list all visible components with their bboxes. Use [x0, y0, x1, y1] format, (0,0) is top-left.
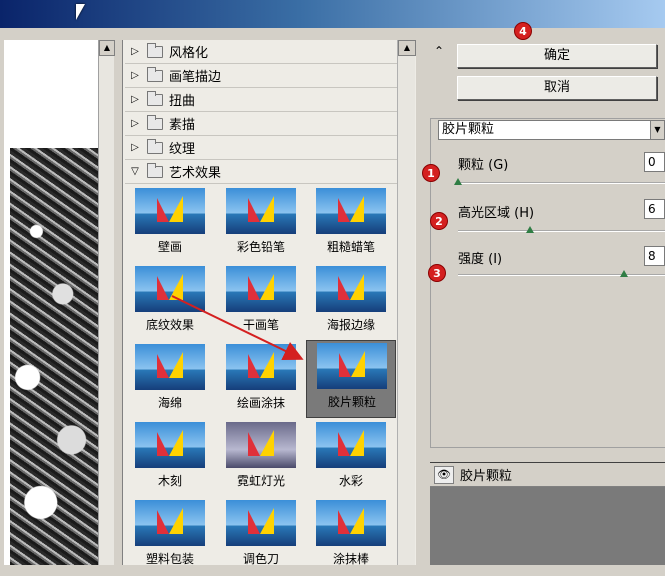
filter-select[interactable]: 胶片颗粒 ▼ [438, 120, 665, 140]
step-badge-2: 2 [430, 212, 448, 230]
filter-select-value: 胶片颗粒 [442, 122, 495, 137]
intensity-value-field[interactable]: 8 [644, 246, 665, 266]
chevron-down-icon[interactable]: ▼ [650, 121, 664, 139]
layer-label: 胶片颗粒 [460, 469, 513, 484]
effect-layers-panel: 👁 胶片颗粒 [430, 462, 665, 565]
collapse-chevron-icon[interactable]: ⌃ [434, 44, 444, 58]
highlight-area-value-field[interactable]: 6 [644, 199, 665, 219]
intensity-label: 强度 (I) [458, 252, 503, 267]
grain-slider-track[interactable] [458, 182, 665, 184]
grain-value-field[interactable]: 0 [644, 152, 665, 172]
intensity-slider-track[interactable] [458, 274, 665, 276]
ok-button[interactable]: 确定 [457, 44, 657, 68]
effect-layer-row[interactable]: 👁 胶片颗粒 [430, 463, 665, 487]
highlight-area-slider-track[interactable] [458, 230, 665, 232]
highlight-area-label: 高光区域 (H) [458, 206, 535, 221]
grain-label: 颗粒 (G) [458, 158, 509, 173]
intensity-slider-knob[interactable] [619, 270, 628, 277]
eye-icon[interactable]: 👁 [434, 465, 454, 484]
settings-panel: ⌃ 4 确定 取消 胶片颗粒 ▼ 1 颗粒 (G) 0 2 高光区域 (H) 6… [422, 22, 665, 565]
cancel-button[interactable]: 取消 [457, 76, 657, 100]
step-badge-4: 4 [514, 22, 532, 40]
grain-slider-knob[interactable] [454, 178, 462, 185]
step-badge-1: 1 [422, 164, 440, 182]
filter-gallery-window: ▲ ▷ 风格化 ▷ 画笔描边 ▷ 扭曲 ▷ 素描 ▷ 纹理 ▽ 艺术效果 壁画 … [0, 0, 665, 566]
highlight-area-slider-knob[interactable] [526, 226, 535, 233]
step-badge-3: 3 [428, 264, 446, 282]
